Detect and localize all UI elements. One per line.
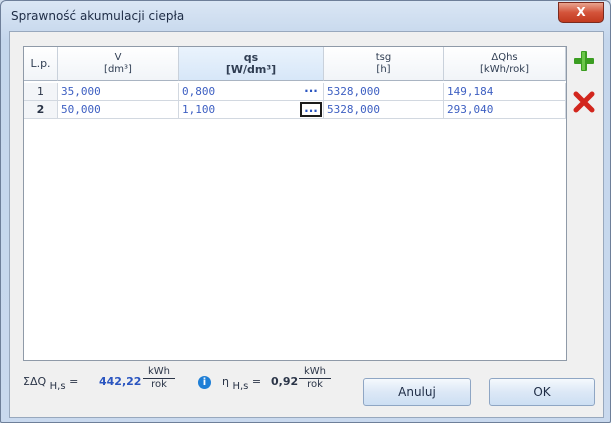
cancel-button[interactable]: Anuluj [363, 378, 471, 406]
cell-tsg[interactable]: 5328,000 [324, 83, 444, 101]
ellipsis-button[interactable]: ... [300, 102, 322, 117]
table-row[interactable]: 1 35,000 0,800 ... 5328,000 149,184 [24, 82, 566, 101]
efficiency-label: η H,s = [222, 375, 262, 392]
ellipsis-button[interactable]: ... [300, 82, 322, 99]
add-row-button[interactable] [570, 50, 598, 78]
table-row[interactable]: 2 50,000 1,100 ... 5328,000 293,040 [24, 101, 566, 119]
window-title: Sprawność akumulacji ciepła [11, 9, 185, 23]
dialog-window: Sprawność akumulacji ciepła X L.p. V [dm… [0, 0, 611, 423]
delete-row-button[interactable] [570, 90, 598, 118]
cell-v[interactable]: 35,000 [58, 83, 179, 101]
cell-dqhs[interactable]: 293,040 [444, 101, 566, 119]
sum-unit: kWh rok [143, 366, 175, 391]
ok-button[interactable]: OK [489, 378, 595, 406]
column-header-v[interactable]: V [dm³] [58, 47, 179, 81]
column-header-lp[interactable]: L.p. [24, 47, 58, 81]
title-bar[interactable]: Sprawność akumulacji ciepła X [1, 1, 610, 31]
sum-value: 442,22 [99, 375, 142, 388]
plus-icon [574, 51, 594, 71]
dialog-client-area: L.p. V [dm³] qs [W/dm³] tsg [h] ΔQhs [kW… [9, 31, 604, 418]
sum-label: ΣΔQ H,s = [23, 375, 79, 392]
info-icon[interactable]: i [198, 376, 211, 389]
column-header-qs[interactable]: qs [W/dm³] [179, 47, 324, 81]
cell-v[interactable]: 50,000 [58, 101, 179, 119]
data-grid: L.p. V [dm³] qs [W/dm³] tsg [h] ΔQhs [kW… [23, 46, 567, 361]
close-button[interactable]: X [558, 2, 604, 23]
cell-tsg[interactable]: 5328,000 [324, 101, 444, 119]
efficiency-value: 0,92 [271, 375, 299, 388]
column-header-dqhs[interactable]: ΔQhs [kWh/rok] [444, 47, 566, 81]
x-icon [573, 91, 595, 113]
column-header-tsg[interactable]: tsg [h] [324, 47, 444, 81]
efficiency-unit: kWh rok [299, 366, 331, 391]
cell-dqhs[interactable]: 149,184 [444, 83, 566, 101]
row-index[interactable]: 1 [24, 83, 58, 101]
row-index[interactable]: 2 [24, 101, 58, 119]
